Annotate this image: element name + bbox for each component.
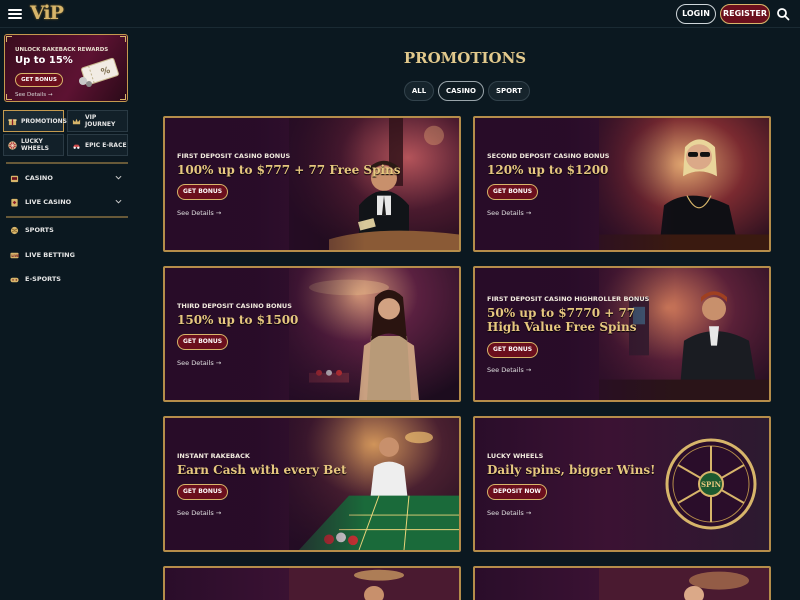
- slot-icon: [10, 175, 19, 182]
- promo-subtitle: FIRST DEPOSIT CASINO BONUS: [177, 152, 291, 160]
- sidebar-item-label: SPORTS: [25, 226, 54, 234]
- crown-icon: [72, 118, 81, 124]
- promo-card-first-deposit[interactable]: FIRST DEPOSIT CASINO BONUS 100% up to $7…: [163, 116, 461, 252]
- deposit-now-button[interactable]: DEPOSIT NOW: [487, 484, 548, 500]
- rakeback-banner-value: Up to 15%: [15, 55, 73, 66]
- get-bonus-button[interactable]: GET BONUS: [487, 184, 539, 200]
- see-details-link[interactable]: See Details →: [487, 509, 531, 517]
- sidebar-tile-label: EPIC E-RACE: [85, 141, 127, 149]
- sidebar-item-label: E-SPORTS: [25, 275, 61, 283]
- ball-icon: [10, 226, 19, 234]
- sidebar-tile-vip-journey[interactable]: VIP JOURNEY: [67, 110, 128, 132]
- promo-subtitle: FIRST DEPOSIT CASINO HIGHROLLER BONUS: [487, 295, 650, 303]
- sidebar-item-live-betting[interactable]: LIVE LIVE BETTING: [10, 247, 128, 263]
- promo-card-second-deposit[interactable]: SECOND DEPOSIT CASINO BONUS 120% up to $…: [473, 116, 771, 252]
- race-icon: [72, 144, 81, 149]
- rakeback-see-details-link[interactable]: See Details →: [15, 92, 52, 98]
- see-details-link[interactable]: See Details →: [177, 209, 221, 217]
- chevron-down-icon[interactable]: [115, 174, 122, 181]
- get-bonus-button[interactable]: GET BONUS: [177, 184, 229, 200]
- see-details-link[interactable]: See Details →: [487, 209, 531, 217]
- sidebar-divider: [6, 162, 128, 164]
- see-details-link[interactable]: See Details →: [177, 359, 221, 367]
- sidebar-item-casino[interactable]: CASINO: [10, 170, 128, 186]
- sidebar-item-live-casino[interactable]: LIVE CASINO: [10, 194, 128, 210]
- sidebar: UNLOCK RAKEBACK REWARDS Up to 15% GET BO…: [0, 28, 133, 600]
- sidebar-tile-promotions[interactable]: PROMOTIONS: [3, 110, 67, 132]
- register-button[interactable]: REGISTER: [720, 4, 770, 24]
- filter-tab-sport[interactable]: SPORT: [488, 81, 530, 101]
- sidebar-item-e-sports[interactable]: E-SPORTS: [10, 271, 128, 287]
- promo-headline: 100% up to $777 + 77 Free Spins: [177, 163, 401, 177]
- login-button[interactable]: LOGIN: [676, 4, 716, 24]
- sidebar-tile-epic-e-race[interactable]: EPIC E-RACE: [67, 134, 128, 156]
- promo-image: [289, 568, 459, 600]
- promo-card-instant-rakeback[interactable]: INSTANT RAKEBACK Earn Cash with every Be…: [163, 416, 461, 552]
- promo-card-partial-right[interactable]: [473, 566, 771, 600]
- sidebar-item-label: LIVE BETTING: [25, 251, 75, 259]
- promo-card-lucky-wheels[interactable]: LUCKY WHEELS Daily spins, bigger Wins! D…: [473, 416, 771, 552]
- gift-icon: [8, 118, 17, 125]
- promo-subtitle: INSTANT RAKEBACK: [177, 452, 250, 460]
- sidebar-tile-lucky-wheels[interactable]: LUCKY WHEELS: [3, 134, 64, 156]
- gamepad-icon: [10, 277, 19, 282]
- hamburger-menu-icon[interactable]: [8, 7, 22, 21]
- promo-card-highroller[interactable]: FIRST DEPOSIT CASINO HIGHROLLER BONUS 50…: [473, 266, 771, 402]
- promo-headline-line-2: High Value Free Spins: [487, 320, 637, 334]
- promo-headline: 120% up to $1200: [487, 163, 609, 177]
- rakeback-banner-title: UNLOCK RAKEBACK REWARDS: [15, 47, 109, 53]
- promo-headline: 150% up to $1500: [177, 313, 299, 327]
- promo-subtitle: LUCKY WHEELS: [487, 452, 544, 460]
- promo-card-partial-left[interactable]: [163, 566, 461, 600]
- promo-headline: Earn Cash with every Bet: [177, 463, 347, 477]
- vip-logo[interactable]: ViP: [30, 2, 64, 24]
- get-bonus-button[interactable]: GET BONUS: [177, 334, 229, 350]
- ticket-icon: %: [79, 57, 119, 87]
- lucky-wheel-graphic: SPIN: [665, 438, 757, 530]
- wheel-icon: [8, 140, 17, 150]
- page-title: PROMOTIONS: [403, 49, 527, 67]
- top-bar: ViP LOGIN REGISTER: [0, 0, 800, 28]
- see-details-link[interactable]: See Details →: [487, 366, 531, 374]
- promo-headline: Daily spins, bigger Wins!: [487, 463, 656, 477]
- sidebar-divider: [6, 216, 128, 218]
- filter-tab-all[interactable]: ALL: [404, 81, 434, 101]
- live-betting-icon: LIVE: [10, 252, 19, 258]
- sidebar-item-label: CASINO: [25, 174, 53, 182]
- see-details-link[interactable]: See Details →: [177, 509, 221, 517]
- sidebar-item-label: LIVE CASINO: [25, 198, 72, 206]
- promo-card-third-deposit[interactable]: THIRD DEPOSIT CASINO BONUS 150% up to $1…: [163, 266, 461, 402]
- chevron-down-icon[interactable]: [115, 198, 122, 205]
- filter-tab-casino[interactable]: CASINO: [438, 81, 484, 101]
- promo-subtitle: SECOND DEPOSIT CASINO BONUS: [487, 152, 610, 160]
- rakeback-get-bonus-button[interactable]: GET BONUS: [15, 73, 63, 87]
- svg-text:LIVE: LIVE: [11, 254, 19, 258]
- search-icon[interactable]: [776, 7, 790, 21]
- sidebar-tile-label: LUCKY WHEELS: [21, 138, 49, 152]
- sidebar-item-sports[interactable]: SPORTS: [10, 222, 128, 238]
- promo-image: [599, 568, 769, 600]
- live-casino-icon: [11, 198, 18, 207]
- wheel-spin-label: SPIN: [701, 480, 722, 489]
- get-bonus-button[interactable]: GET BONUS: [177, 484, 229, 500]
- sidebar-tile-label: PROMOTIONS: [21, 117, 67, 125]
- sidebar-tile-label: VIP JOURNEY: [85, 114, 116, 128]
- get-bonus-button[interactable]: GET BONUS: [487, 342, 539, 358]
- promo-headline-line-1: 50% up to $7770 + 77: [487, 306, 636, 320]
- rakeback-banner[interactable]: UNLOCK RAKEBACK REWARDS Up to 15% GET BO…: [4, 34, 128, 102]
- promo-subtitle: THIRD DEPOSIT CASINO BONUS: [177, 302, 292, 310]
